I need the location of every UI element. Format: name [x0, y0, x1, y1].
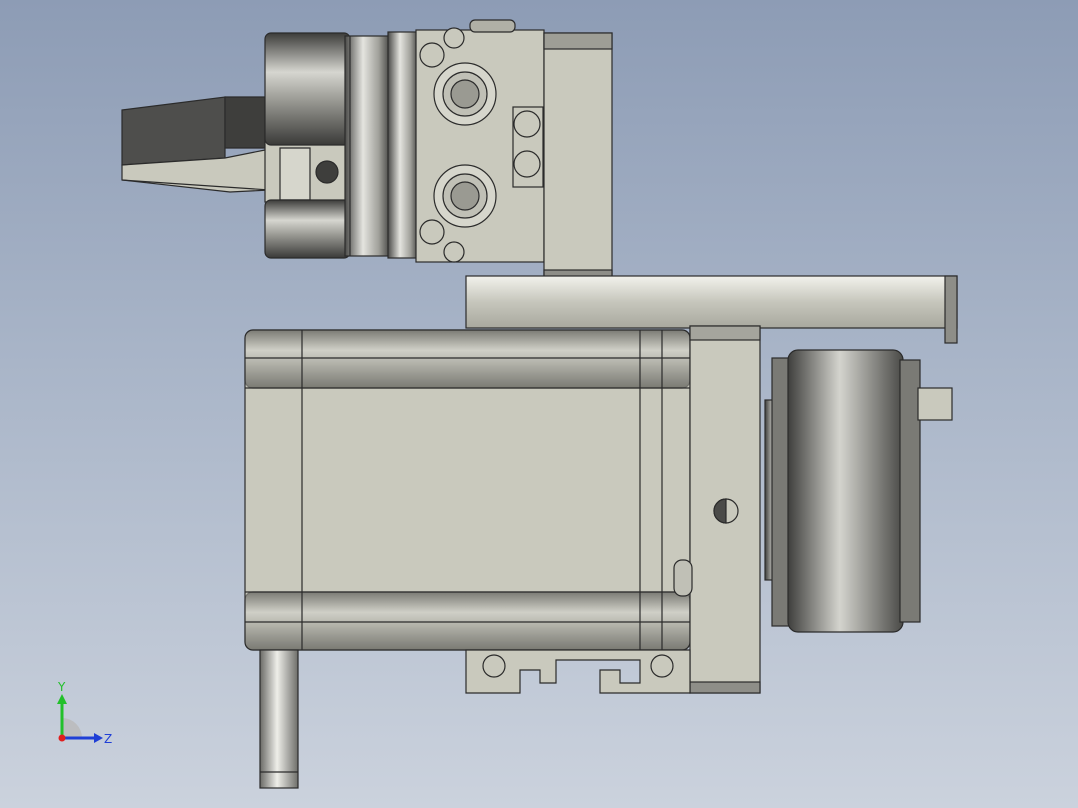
timing-pulley: [764, 349, 953, 633]
cad-viewport[interactable]: Y Z: [0, 0, 1078, 808]
z-axis-label: Z: [104, 732, 112, 746]
gripper-mount-plate: [543, 32, 613, 288]
y-axis-label: Y: [57, 680, 66, 694]
base-foot: [465, 649, 691, 694]
jaw-clamp-block: [264, 139, 348, 203]
gripper-assembly[interactable]: [121, 19, 613, 288]
stepper-motor[interactable]: [244, 329, 691, 651]
assembly-model[interactable]: [0, 0, 1078, 808]
x-axis-dot: [58, 734, 66, 742]
valve-block: [415, 19, 545, 263]
rotary-cylinder: [264, 31, 419, 259]
coordinate-triad: Y Z: [57, 680, 112, 746]
motor-shaft: [259, 649, 299, 789]
